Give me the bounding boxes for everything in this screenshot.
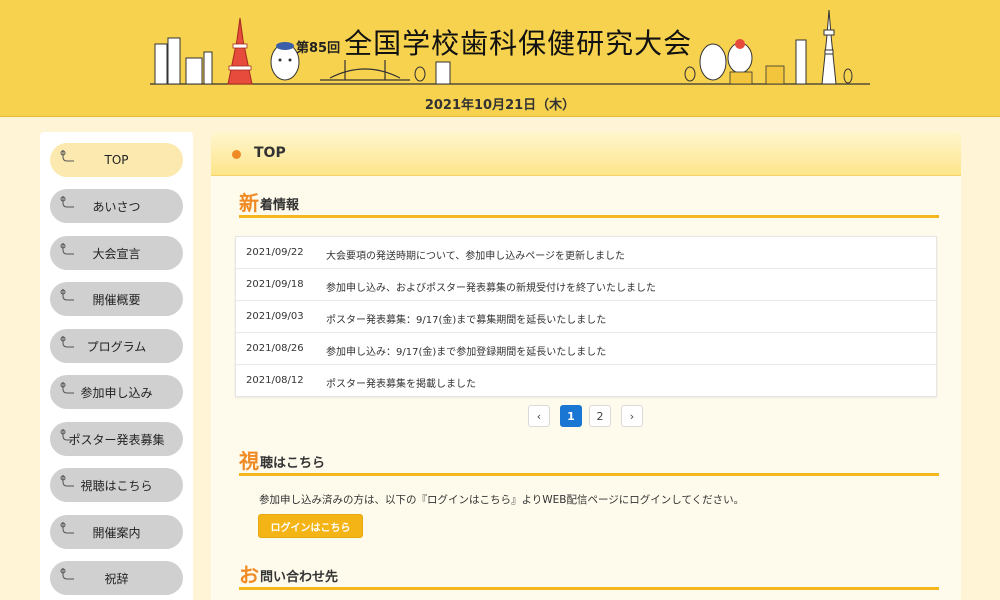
news-date: 2021/08/12 — [246, 375, 304, 386]
viewing-title-first: 視 — [239, 449, 259, 473]
news-title-first: 新 — [239, 191, 259, 215]
sidebar-item-congratulations[interactable]: 祝辞 — [50, 561, 183, 595]
sidebar-item-label: あいさつ — [92, 199, 141, 214]
sidebar-item-label: 開催案内 — [92, 525, 141, 540]
viewing-instructions: 参加申し込み済みの方は、以下の『ログインはこちら』よりWEB配信ページにログイン… — [259, 494, 745, 506]
news-text: 大会要項の発送時期について、参加申し込みページを更新しました — [326, 251, 625, 262]
news-date: 2021/09/03 — [246, 311, 304, 322]
sidebar-nav: TOP あいさつ 大会宣言 開催概要 プログラム 参加申し込み ポスター発表募集… — [40, 132, 193, 600]
page-header: TOP — [211, 132, 961, 176]
conference-name: 全国学校歯科保健研究大会 — [344, 27, 693, 60]
hook-icon — [60, 243, 74, 255]
prev-page-button[interactable]: ‹ — [528, 405, 550, 427]
skytree-illustration — [821, 9, 837, 85]
page-button-2[interactable]: 2 — [589, 405, 611, 427]
contact-title-first: お — [239, 563, 259, 587]
sidebar-item-label: 大会宣言 — [92, 246, 141, 261]
sidebar-item-label: プログラム — [86, 339, 147, 354]
hook-icon — [60, 289, 74, 301]
chevron-right-icon: › — [629, 409, 635, 423]
chevron-left-icon: ‹ — [536, 409, 542, 423]
sidebar-item-label: TOP — [104, 153, 129, 167]
sidebar-item-label: 視聴はこちら — [80, 478, 153, 493]
sidebar-item-greeting[interactable]: あいさつ — [50, 189, 183, 223]
login-button[interactable]: ログインはこちら — [258, 514, 363, 538]
viewing-section-title: 視 聴はこちら — [239, 449, 939, 476]
viewing-title-rest: 聴はこちら — [260, 456, 326, 471]
news-list: 2021/09/22 大会要項の発送時期について、参加申し込みページを更新しまし… — [235, 236, 937, 397]
news-section-title: 新 着情報 — [239, 191, 939, 218]
sidebar-item-declaration[interactable]: 大会宣言 — [50, 236, 183, 270]
bullet-icon — [232, 150, 241, 159]
news-item[interactable]: 2021/09/03 ポスター発表募集：9/17(金)まで募集期間を延長いたしま… — [236, 301, 936, 333]
mascot-illustration — [699, 39, 785, 85]
sidebar-item-label: 参加申し込み — [80, 385, 153, 400]
hook-icon — [60, 429, 74, 441]
sidebar-item-guide[interactable]: 開催案内 — [50, 515, 183, 549]
news-date: 2021/09/22 — [246, 247, 304, 258]
news-item[interactable]: 2021/09/18 参加申し込み、およびポスター発表募集の新規受付けを終了いた… — [236, 269, 936, 301]
sidebar-item-top[interactable]: TOP — [50, 143, 183, 177]
news-text: 参加申し込み：9/17(金)まで参加登録期間を延長いたしました — [326, 347, 607, 358]
sidebar-item-overview[interactable]: 開催概要 — [50, 282, 183, 316]
site-header: 第85回 全国学校歯科保健研究大会 2021年10月21日（木） — [0, 0, 1000, 117]
news-item[interactable]: 2021/08/26 参加申し込み：9/17(金)まで参加登録期間を延長いたしま… — [236, 333, 936, 365]
news-date: 2021/09/18 — [246, 279, 304, 290]
news-text: 参加申し込み、およびポスター発表募集の新規受付けを終了いたしました — [326, 283, 656, 294]
sidebar-item-registration[interactable]: 参加申し込み — [50, 375, 183, 409]
sidebar-item-label: 祝辞 — [104, 571, 129, 586]
hook-icon — [60, 568, 74, 580]
conference-edition: 第85回 — [296, 41, 341, 56]
hook-icon — [60, 475, 74, 487]
hook-icon — [60, 522, 74, 534]
mascot-illustration — [270, 42, 300, 81]
hook-icon — [60, 382, 74, 394]
sidebar-item-poster[interactable]: ポスター発表募集 — [50, 422, 183, 456]
sidebar-item-viewing[interactable]: 視聴はこちら — [50, 468, 183, 502]
news-title-rest: 着情報 — [260, 198, 300, 213]
hook-icon — [60, 336, 74, 348]
news-text: ポスター発表募集：9/17(金)まで募集期間を延長いたしました — [326, 315, 607, 326]
main-content: TOP 新 着情報 2021/09/22 大会要項の発送時期について、参加申し込… — [211, 132, 961, 600]
hook-icon — [60, 150, 74, 162]
conference-date: 2021年10月21日（木） — [424, 98, 576, 113]
contact-title-rest: 問い合わせ先 — [260, 570, 339, 585]
sidebar-item-label: ポスター発表募集 — [68, 432, 165, 447]
tokyo-tower-illustration — [227, 17, 253, 85]
news-item[interactable]: 2021/08/12 ポスター発表募集を掲載しました — [236, 365, 936, 397]
page-button-1[interactable]: 1 — [560, 405, 582, 427]
page-title: TOP — [254, 145, 286, 161]
news-item[interactable]: 2021/09/22 大会要項の発送時期について、参加申し込みページを更新しまし… — [236, 237, 936, 269]
conference-title: 第85回 全国学校歯科保健研究大会 — [296, 22, 692, 62]
sidebar-item-label: 開催概要 — [92, 292, 141, 307]
sidebar-item-program[interactable]: プログラム — [50, 329, 183, 363]
news-text: ポスター発表募集を掲載しました — [326, 379, 476, 390]
contact-section-title: お 問い合わせ先 — [239, 563, 939, 590]
news-date: 2021/08/26 — [246, 343, 304, 354]
next-page-button[interactable]: › — [621, 405, 643, 427]
bridge-illustration — [320, 60, 410, 81]
hook-icon — [60, 196, 74, 208]
